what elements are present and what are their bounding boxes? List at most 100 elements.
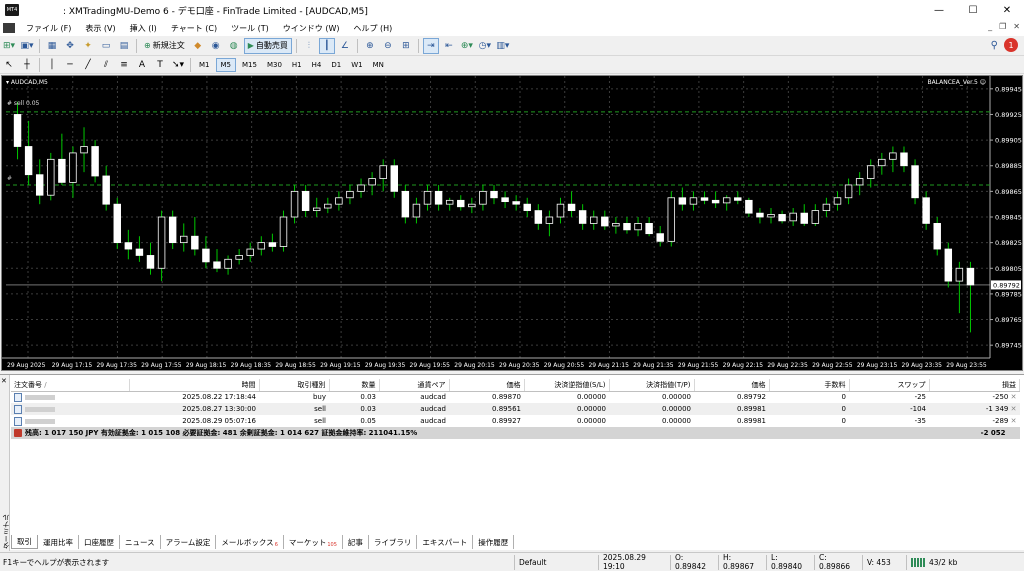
menu-view[interactable]: 表示 (V): [78, 23, 122, 34]
terminal-icon[interactable]: ▭: [98, 38, 114, 54]
table-row[interactable]: 2025.08.29 05:07:16 sell 0.05 audcad 0.8…: [11, 415, 1020, 427]
price-cell: 0.89981: [737, 417, 766, 425]
menu-file[interactable]: ファイル (F): [19, 23, 78, 34]
app-icon: MT4: [5, 4, 19, 16]
menu-window[interactable]: ウインドウ (W): [276, 23, 347, 34]
col-swap[interactable]: スワップ: [849, 379, 930, 392]
toolbar-divider: [39, 38, 40, 53]
menu-charts[interactable]: チャート (C): [164, 23, 224, 34]
mdi-close-button[interactable]: ✕: [1013, 22, 1020, 31]
search-icon[interactable]: ⚲: [991, 40, 998, 51]
menu-help[interactable]: ヘルプ (H): [346, 23, 399, 34]
vertical-line-icon[interactable]: │: [44, 57, 60, 73]
tab-library[interactable]: ライブラリ: [369, 535, 418, 549]
tab-news[interactable]: ニュース: [120, 535, 161, 549]
col-open-price[interactable]: 価格: [449, 379, 525, 392]
candle-body: [922, 197, 930, 224]
close-order-icon[interactable]: ✕: [1011, 405, 1017, 413]
tab-account-history[interactable]: 口座履歴: [79, 535, 120, 549]
candle-body: [822, 203, 831, 211]
connection-status[interactable]: 43/2 kb: [906, 554, 986, 570]
timeframe-h4[interactable]: H4: [308, 58, 326, 72]
mdi-restore-button[interactable]: ❐: [999, 22, 1006, 31]
tab-alerts[interactable]: アラーム設定: [161, 535, 217, 549]
terminal-close-button[interactable]: ✕: [1, 377, 7, 385]
tab-trade[interactable]: 取引: [11, 535, 38, 549]
col-order[interactable]: 注文番号 /: [11, 379, 130, 392]
timeframe-m15[interactable]: M15: [238, 58, 261, 72]
timeframe-m1[interactable]: M1: [195, 58, 214, 72]
tab-exposure[interactable]: 運用比率: [38, 535, 79, 549]
notification-badge[interactable]: 1: [1004, 38, 1018, 52]
navigator-icon[interactable]: ✦: [80, 38, 96, 54]
tab-market[interactable]: マーケット 105: [284, 535, 343, 549]
timeframe-d1[interactable]: D1: [327, 58, 345, 72]
crosshair-icon[interactable]: ┼: [19, 57, 35, 73]
col-tp[interactable]: 決済指値(T/P): [609, 379, 695, 392]
sl-cell: 0.00000: [524, 403, 609, 415]
table-header-row: 注文番号 / 時間 取引種別 数量 通貨ペア 価格 決済逆指値(S/L) 決済指…: [11, 379, 1020, 392]
timeframe-h1[interactable]: H1: [288, 58, 306, 72]
indicators-icon[interactable]: ⊕▾: [459, 38, 475, 54]
col-sl[interactable]: 決済逆指値(S/L): [524, 379, 610, 392]
timeframe-mn[interactable]: MN: [369, 58, 388, 72]
new-chart-icon[interactable]: ⊞▾: [1, 38, 17, 54]
timeframe-w1[interactable]: W1: [347, 58, 366, 72]
close-button[interactable]: ✕: [990, 0, 1024, 20]
table-row[interactable]: 2025.08.22 17:18:44 buy 0.03 audcad 0.89…: [11, 391, 1020, 403]
auto-trading-button[interactable]: ▶ 自動売買: [243, 37, 292, 54]
col-symbol[interactable]: 通貨ペア: [379, 379, 450, 392]
close-order-icon[interactable]: ✕: [1011, 393, 1017, 401]
trendline-icon[interactable]: ╱: [80, 57, 96, 73]
col-profit[interactable]: 損益: [929, 379, 1020, 392]
tab-articles[interactable]: 記事: [343, 535, 369, 549]
text-icon[interactable]: A: [134, 57, 150, 73]
periods-icon[interactable]: ◷▾: [477, 38, 493, 54]
profiles-icon[interactable]: ▣▾: [19, 38, 35, 54]
market-watch-icon[interactable]: ▦: [44, 38, 60, 54]
bar-chart-icon[interactable]: ⫶: [301, 38, 317, 54]
col-commission[interactable]: 手数料: [769, 379, 850, 392]
signals-icon[interactable]: ◉: [208, 38, 224, 54]
col-price[interactable]: 価格: [694, 379, 770, 392]
autoscroll-icon[interactable]: ⇥: [422, 37, 439, 54]
metaeditor-icon[interactable]: ◆: [190, 38, 206, 54]
cursor-icon[interactable]: ↖: [1, 57, 17, 73]
timeframe-m5[interactable]: M5: [215, 57, 236, 72]
maximize-button[interactable]: ☐: [956, 0, 990, 20]
table-row[interactable]: 2025.08.27 13:30:00 sell 0.03 audcad 0.8…: [11, 403, 1020, 415]
tab-mailbox[interactable]: メールボックス 6: [216, 535, 284, 549]
data-window-icon[interactable]: ✥: [62, 38, 78, 54]
strategy-tester-icon[interactable]: ▤: [116, 38, 132, 54]
vps-icon[interactable]: ◍: [226, 38, 242, 54]
tab-journal[interactable]: 操作履歴: [473, 535, 515, 549]
horizontal-line-icon[interactable]: ─: [62, 57, 78, 73]
col-volume[interactable]: 数量: [329, 379, 380, 392]
zoom-in-icon[interactable]: ⊕: [362, 38, 378, 54]
menu-insert[interactable]: 挿入 (I): [123, 23, 164, 34]
templates-icon[interactable]: ▥▾: [495, 38, 511, 54]
chart-shift-icon[interactable]: ⇤: [441, 38, 457, 54]
minimize-button[interactable]: —: [922, 0, 956, 20]
zoom-out-icon[interactable]: ⊖: [380, 38, 396, 54]
price-chart[interactable]: 0.89945 0.89925 0.89905 0.89885 0.89865 0.898…: [1, 75, 1023, 371]
channel-icon[interactable]: ⫽: [98, 57, 114, 73]
arrows-icon[interactable]: ➘▾: [170, 57, 186, 73]
text-label-icon[interactable]: T: [152, 57, 168, 73]
candlestick-icon[interactable]: ┃: [318, 37, 335, 54]
candle-body: [811, 210, 820, 224]
chart-window-icon[interactable]: [3, 23, 15, 33]
candlestick-chart[interactable]: 0.89945 0.89925 0.89905 0.89885 0.89865 0.898…: [2, 76, 1022, 370]
tile-windows-icon[interactable]: ⊞: [398, 38, 414, 54]
tab-experts[interactable]: エキスパート: [417, 535, 474, 549]
col-type[interactable]: 取引種別: [259, 379, 330, 392]
close-order-icon[interactable]: ✕: [1011, 417, 1017, 425]
col-time[interactable]: 時間: [129, 379, 260, 392]
menu-tools[interactable]: ツール (T): [224, 23, 276, 34]
ea-label-text: BALANCEA_Ver.5: [927, 79, 978, 86]
new-order-button[interactable]: ⊕ 新規注文: [141, 38, 188, 54]
timeframe-m30[interactable]: M30: [263, 58, 286, 72]
mdi-minimize-button[interactable]: _: [988, 22, 992, 31]
line-chart-icon[interactable]: ∠: [337, 38, 353, 54]
fibonacci-icon[interactable]: ≡: [116, 57, 132, 73]
